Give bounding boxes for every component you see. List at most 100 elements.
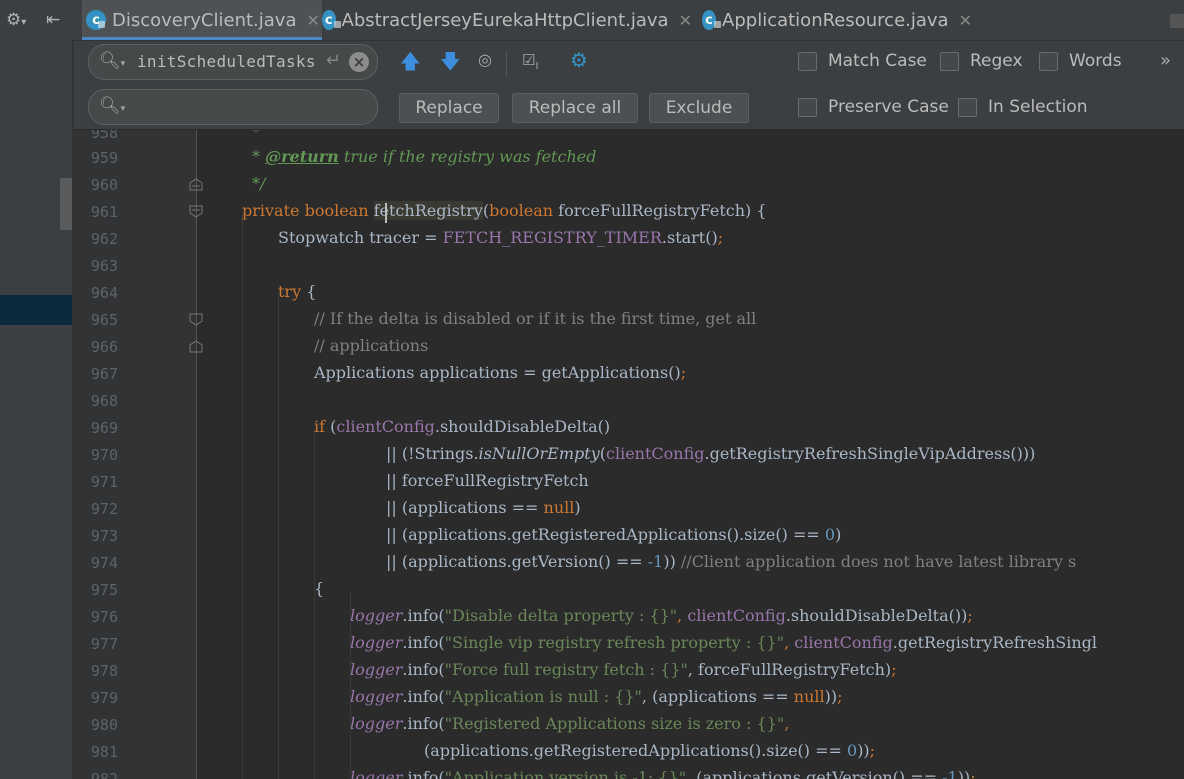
code-token: || (applications.getRegisteredApplicatio…	[386, 525, 825, 544]
in-selection-label: In Selection	[988, 97, 1088, 117]
checkbox-box[interactable]	[798, 51, 817, 71]
code-token: .getRegistryRefreshSingleVipAddress()))	[704, 444, 1036, 463]
replace-button[interactable]: Replace	[399, 93, 499, 123]
field-token: FETCH_REGISTRY_TIMER	[442, 228, 662, 247]
text-caret	[385, 203, 387, 223]
more-options-icon[interactable]: »	[1160, 50, 1171, 71]
tab-applicationresource[interactable]: c ApplicationResource.java ✕	[702, 0, 972, 40]
line-number: 978	[90, 662, 118, 680]
code-token: {	[314, 579, 325, 598]
code-token: || (applications.getVersion() ==	[386, 552, 648, 571]
field-token: logger	[350, 714, 403, 733]
code-line: || (!Strings.isNullOrEmpty(clientConfig.…	[386, 444, 1035, 463]
editor-tab-bar: c DiscoveryClient.java ✕ c AbstractJerse…	[74, 0, 1184, 41]
line-comment: // If the delta is disabled or if it is …	[314, 309, 757, 328]
field-token: logger	[350, 687, 403, 706]
tab-abstractjerseyeurekahttpclient[interactable]: c AbstractJerseyEurekaHttpClient.java ✕	[322, 0, 692, 40]
gear-icon[interactable]: ⚙▾	[6, 9, 26, 34]
line-number: 979	[90, 689, 118, 707]
code-token: .info(	[402, 660, 445, 679]
tab-label: DiscoveryClient.java	[112, 9, 297, 31]
keyword: null	[543, 498, 575, 517]
match-case-checkbox[interactable]: Match Case	[798, 51, 927, 71]
code-line: */	[252, 174, 265, 193]
code-token: .info(	[402, 768, 445, 779]
code-line: || forceFullRegistryFetch	[386, 471, 589, 490]
tab-list-icon[interactable]	[1170, 14, 1184, 28]
code-token: .info(	[402, 633, 445, 652]
code-token: ;	[891, 660, 897, 679]
select-all-occurrences-icon[interactable]: ◎	[478, 47, 492, 73]
newline-icon[interactable]: ↵	[326, 50, 341, 71]
line-number: 976	[90, 608, 118, 626]
line-number: 968	[90, 392, 118, 410]
tab-discoveryclient[interactable]: c DiscoveryClient.java ✕	[82, 0, 322, 40]
replace-all-button[interactable]: Replace all	[512, 93, 638, 123]
code-line: *	[252, 130, 260, 141]
search-icon[interactable]: 🔍︎▾	[99, 96, 125, 116]
words-label: Words	[1069, 51, 1122, 71]
code-token: ;	[869, 741, 876, 760]
fold-end-icon[interactable]	[189, 178, 203, 191]
search-input[interactable]: 🔍︎▾ initScheduledTasks ↵ ×	[88, 44, 378, 80]
filter-icon[interactable]: ☑I	[522, 47, 538, 80]
field-token: clientConfig	[794, 633, 893, 652]
hide-panel-icon[interactable]: ⇤	[46, 9, 60, 31]
fold-end-icon[interactable]	[189, 340, 203, 353]
line-comment: // applications	[314, 336, 429, 355]
code-line: try {	[278, 282, 316, 301]
close-icon[interactable]: ✕	[679, 11, 692, 30]
field-token: logger	[350, 606, 403, 625]
code-token: (	[325, 417, 337, 436]
line-number: 969	[90, 419, 118, 437]
code-line: logger.info("Force full registry fetch :…	[350, 660, 897, 679]
code-token: ))	[824, 687, 838, 706]
code-token: .start()	[661, 228, 718, 247]
close-icon[interactable]: ✕	[959, 11, 972, 30]
replace-input[interactable]: 🔍︎▾	[88, 89, 378, 125]
number-token: -1	[942, 768, 958, 779]
search-icon[interactable]: 🔍︎▾	[99, 51, 125, 71]
find-replace-panel: 🔍︎▾ initScheduledTasks ↵ × 🔍︎▾ 🡅 🡇 ◎ ☑I …	[74, 41, 1184, 130]
code-token: Stopwatch tracer =	[278, 228, 443, 247]
preserve-case-label: Preserve Case	[828, 97, 949, 117]
number-token: 0	[847, 741, 858, 760]
code-token: ))	[857, 741, 870, 760]
code-token: ;	[717, 228, 724, 247]
checkbox-box[interactable]	[940, 51, 959, 71]
code-token: {	[301, 282, 317, 301]
fold-start-icon[interactable]	[189, 205, 203, 218]
previous-occurrence-icon[interactable]: 🡅	[400, 48, 421, 74]
class-icon: c	[702, 10, 722, 30]
preserve-case-checkbox[interactable]: Preserve Case	[798, 97, 949, 117]
class-icon: c	[322, 10, 341, 30]
code-editor[interactable]: 958 959 960 961 962 963 964 965 966 967 …	[0, 130, 1184, 779]
doc-comment: true if the registry was fetched	[338, 147, 597, 166]
string-token: "Single vip registry refresh property : …	[444, 633, 785, 652]
clear-search-icon[interactable]: ×	[349, 52, 369, 72]
code-line: Applications applications = getApplicati…	[314, 363, 686, 382]
checkbox-box[interactable]	[798, 97, 817, 117]
search-value[interactable]: initScheduledTasks	[137, 52, 316, 71]
words-checkbox[interactable]: Words	[1039, 51, 1122, 71]
close-icon[interactable]: ✕	[306, 11, 319, 30]
field-token: clientConfig	[687, 606, 786, 625]
next-occurrence-icon[interactable]: 🡇	[440, 48, 461, 74]
settings-icon[interactable]: ⚙	[570, 47, 588, 73]
line-number: 963	[90, 257, 118, 275]
checkbox-box[interactable]	[958, 97, 977, 117]
code-token: .shouldDisableDelta())	[785, 606, 968, 625]
code-line: || (applications.getVersion() == -1)) //…	[386, 552, 1076, 571]
in-selection-checkbox[interactable]: In Selection	[958, 97, 1088, 117]
static-method: isNullOrEmpty	[478, 444, 600, 463]
code-token: .info(	[402, 714, 445, 733]
checkbox-box[interactable]	[1039, 51, 1058, 71]
field-token: logger	[350, 633, 403, 652]
line-number: 962	[90, 230, 118, 248]
regex-checkbox[interactable]: Regex	[940, 51, 1023, 71]
tab-label: ApplicationResource.java	[722, 9, 949, 31]
keyword: try	[278, 282, 302, 301]
line-number: 958	[90, 130, 118, 142]
exclude-button[interactable]: Exclude	[649, 93, 749, 123]
fold-start-icon[interactable]	[189, 313, 203, 326]
